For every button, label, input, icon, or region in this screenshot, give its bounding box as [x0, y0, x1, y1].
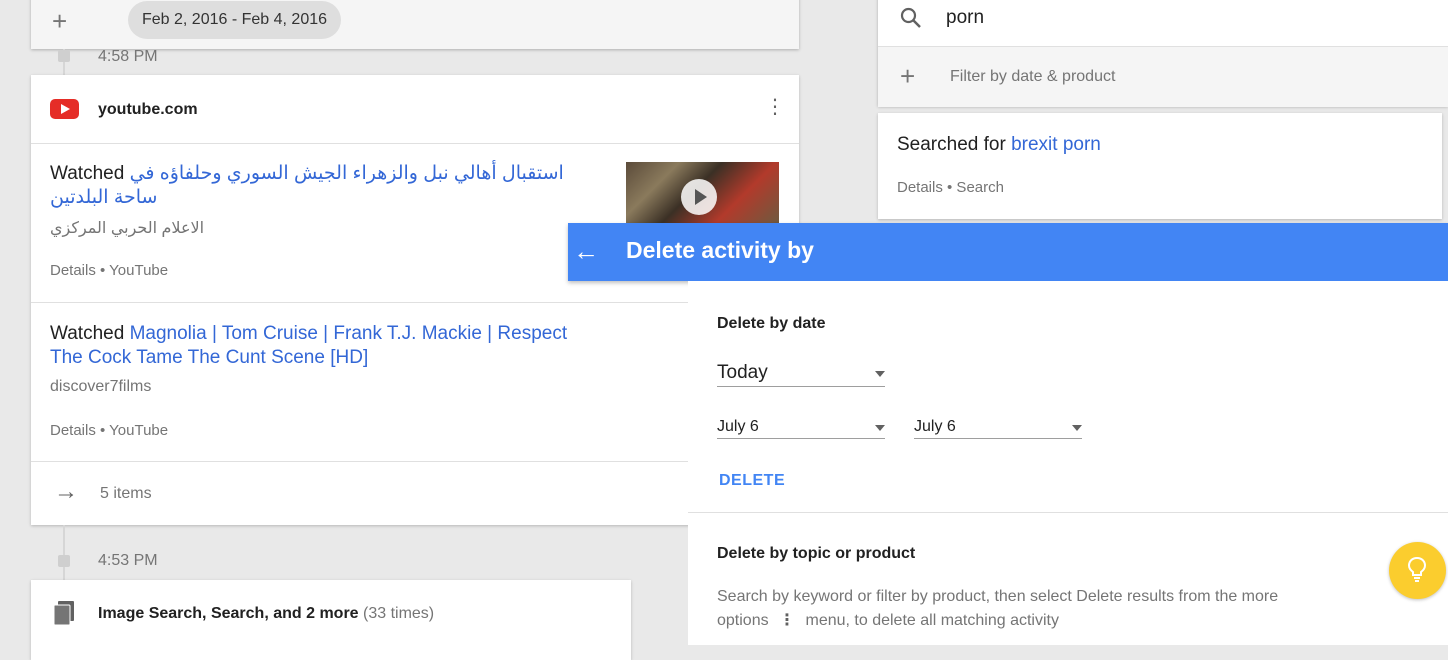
- delete-by-topic-label: Delete by topic or product: [717, 545, 916, 562]
- query-link[interactable]: brexit porn: [1011, 134, 1101, 155]
- delete-activity-header: ← Delete activity by: [568, 223, 1448, 281]
- divider: [688, 512, 1448, 513]
- time-label: 4:53 PM: [98, 552, 158, 569]
- youtube-icon: [50, 99, 79, 119]
- plus-icon[interactable]: +: [52, 8, 67, 34]
- to-date-select[interactable]: July 6: [914, 418, 1082, 439]
- time-label: 4:58 PM: [98, 48, 158, 65]
- timeline-dot: [58, 555, 70, 567]
- doc-icon: [53, 601, 74, 626]
- result-details-link[interactable]: Details • Search: [897, 179, 1004, 196]
- video-thumbnail[interactable]: [626, 162, 779, 224]
- search-activity-card: Image Search, Search, and 2 more (33 tim…: [31, 580, 631, 660]
- more-vert-icon[interactable]: ⋮: [765, 97, 785, 117]
- search-input[interactable]: porn: [946, 7, 984, 29]
- channel-name: discover7films: [50, 378, 152, 395]
- caret-down-icon: [875, 371, 885, 377]
- item-details-link[interactable]: Details • YouTube: [50, 262, 168, 279]
- date-range-chip[interactable]: Feb 2, 2016 - Feb 4, 2016: [128, 1, 342, 39]
- site-name: youtube.com: [98, 101, 198, 118]
- divider: [31, 302, 799, 303]
- caret-down-icon: [875, 425, 885, 431]
- channel-name: الاعلام الحربي المركزي: [50, 220, 205, 237]
- youtube-activity-card: youtube.com ⋮ Watched استقبال أهالي نبل …: [31, 75, 799, 525]
- search-result-card: Searched for brexit porn Details • Searc…: [878, 113, 1442, 219]
- timeline-line: [63, 525, 65, 580]
- times-count: (33 times): [363, 605, 435, 622]
- delete-panel: Delete by date Today July 6 July 6 DELET…: [688, 281, 1448, 645]
- divider: [31, 461, 799, 462]
- lightbulb-icon: [1407, 556, 1427, 582]
- card-title: Image Search, Search, and 2 more: [98, 605, 359, 622]
- item-details-link[interactable]: Details • YouTube: [50, 422, 168, 439]
- page-title: Delete activity by: [626, 237, 814, 263]
- more-vert-icon: ⋮: [779, 612, 796, 629]
- help-text: Search by keyword or filter by product, …: [717, 588, 1279, 629]
- date-range-select[interactable]: Today: [717, 362, 885, 387]
- search-icon[interactable]: [900, 7, 922, 29]
- feedback-button[interactable]: [1389, 542, 1446, 599]
- delete-button[interactable]: DELETE: [719, 472, 785, 490]
- date-filter-bar: + Feb 2, 2016 - Feb 4, 2016: [31, 0, 799, 49]
- result-title: Searched for brexit porn: [897, 134, 1101, 155]
- timeline-dot: [58, 50, 70, 62]
- caret-down-icon: [1072, 425, 1082, 431]
- activity-item-title: Watched Magnolia | Tom Cruise | Frank T.…: [50, 323, 568, 368]
- card-header: youtube.com ⋮: [31, 75, 799, 144]
- filter-label[interactable]: Filter by date & product: [950, 68, 1115, 86]
- search-panel: porn + Filter by date & product: [878, 0, 1448, 107]
- arrow-back-icon[interactable]: ←: [571, 231, 601, 271]
- plus-icon[interactable]: +: [900, 63, 915, 89]
- arrow-right-icon[interactable]: →: [54, 478, 78, 506]
- activity-item-title: Watched استقبال أهالي نبل والزهراء الجيش…: [50, 163, 564, 208]
- from-date-select[interactable]: July 6: [717, 418, 885, 439]
- delete-by-date-label: Delete by date: [717, 315, 826, 332]
- filter-row[interactable]: + Filter by date & product: [878, 46, 1448, 107]
- more-items-link[interactable]: 5 items: [100, 485, 152, 503]
- play-icon: [681, 179, 717, 215]
